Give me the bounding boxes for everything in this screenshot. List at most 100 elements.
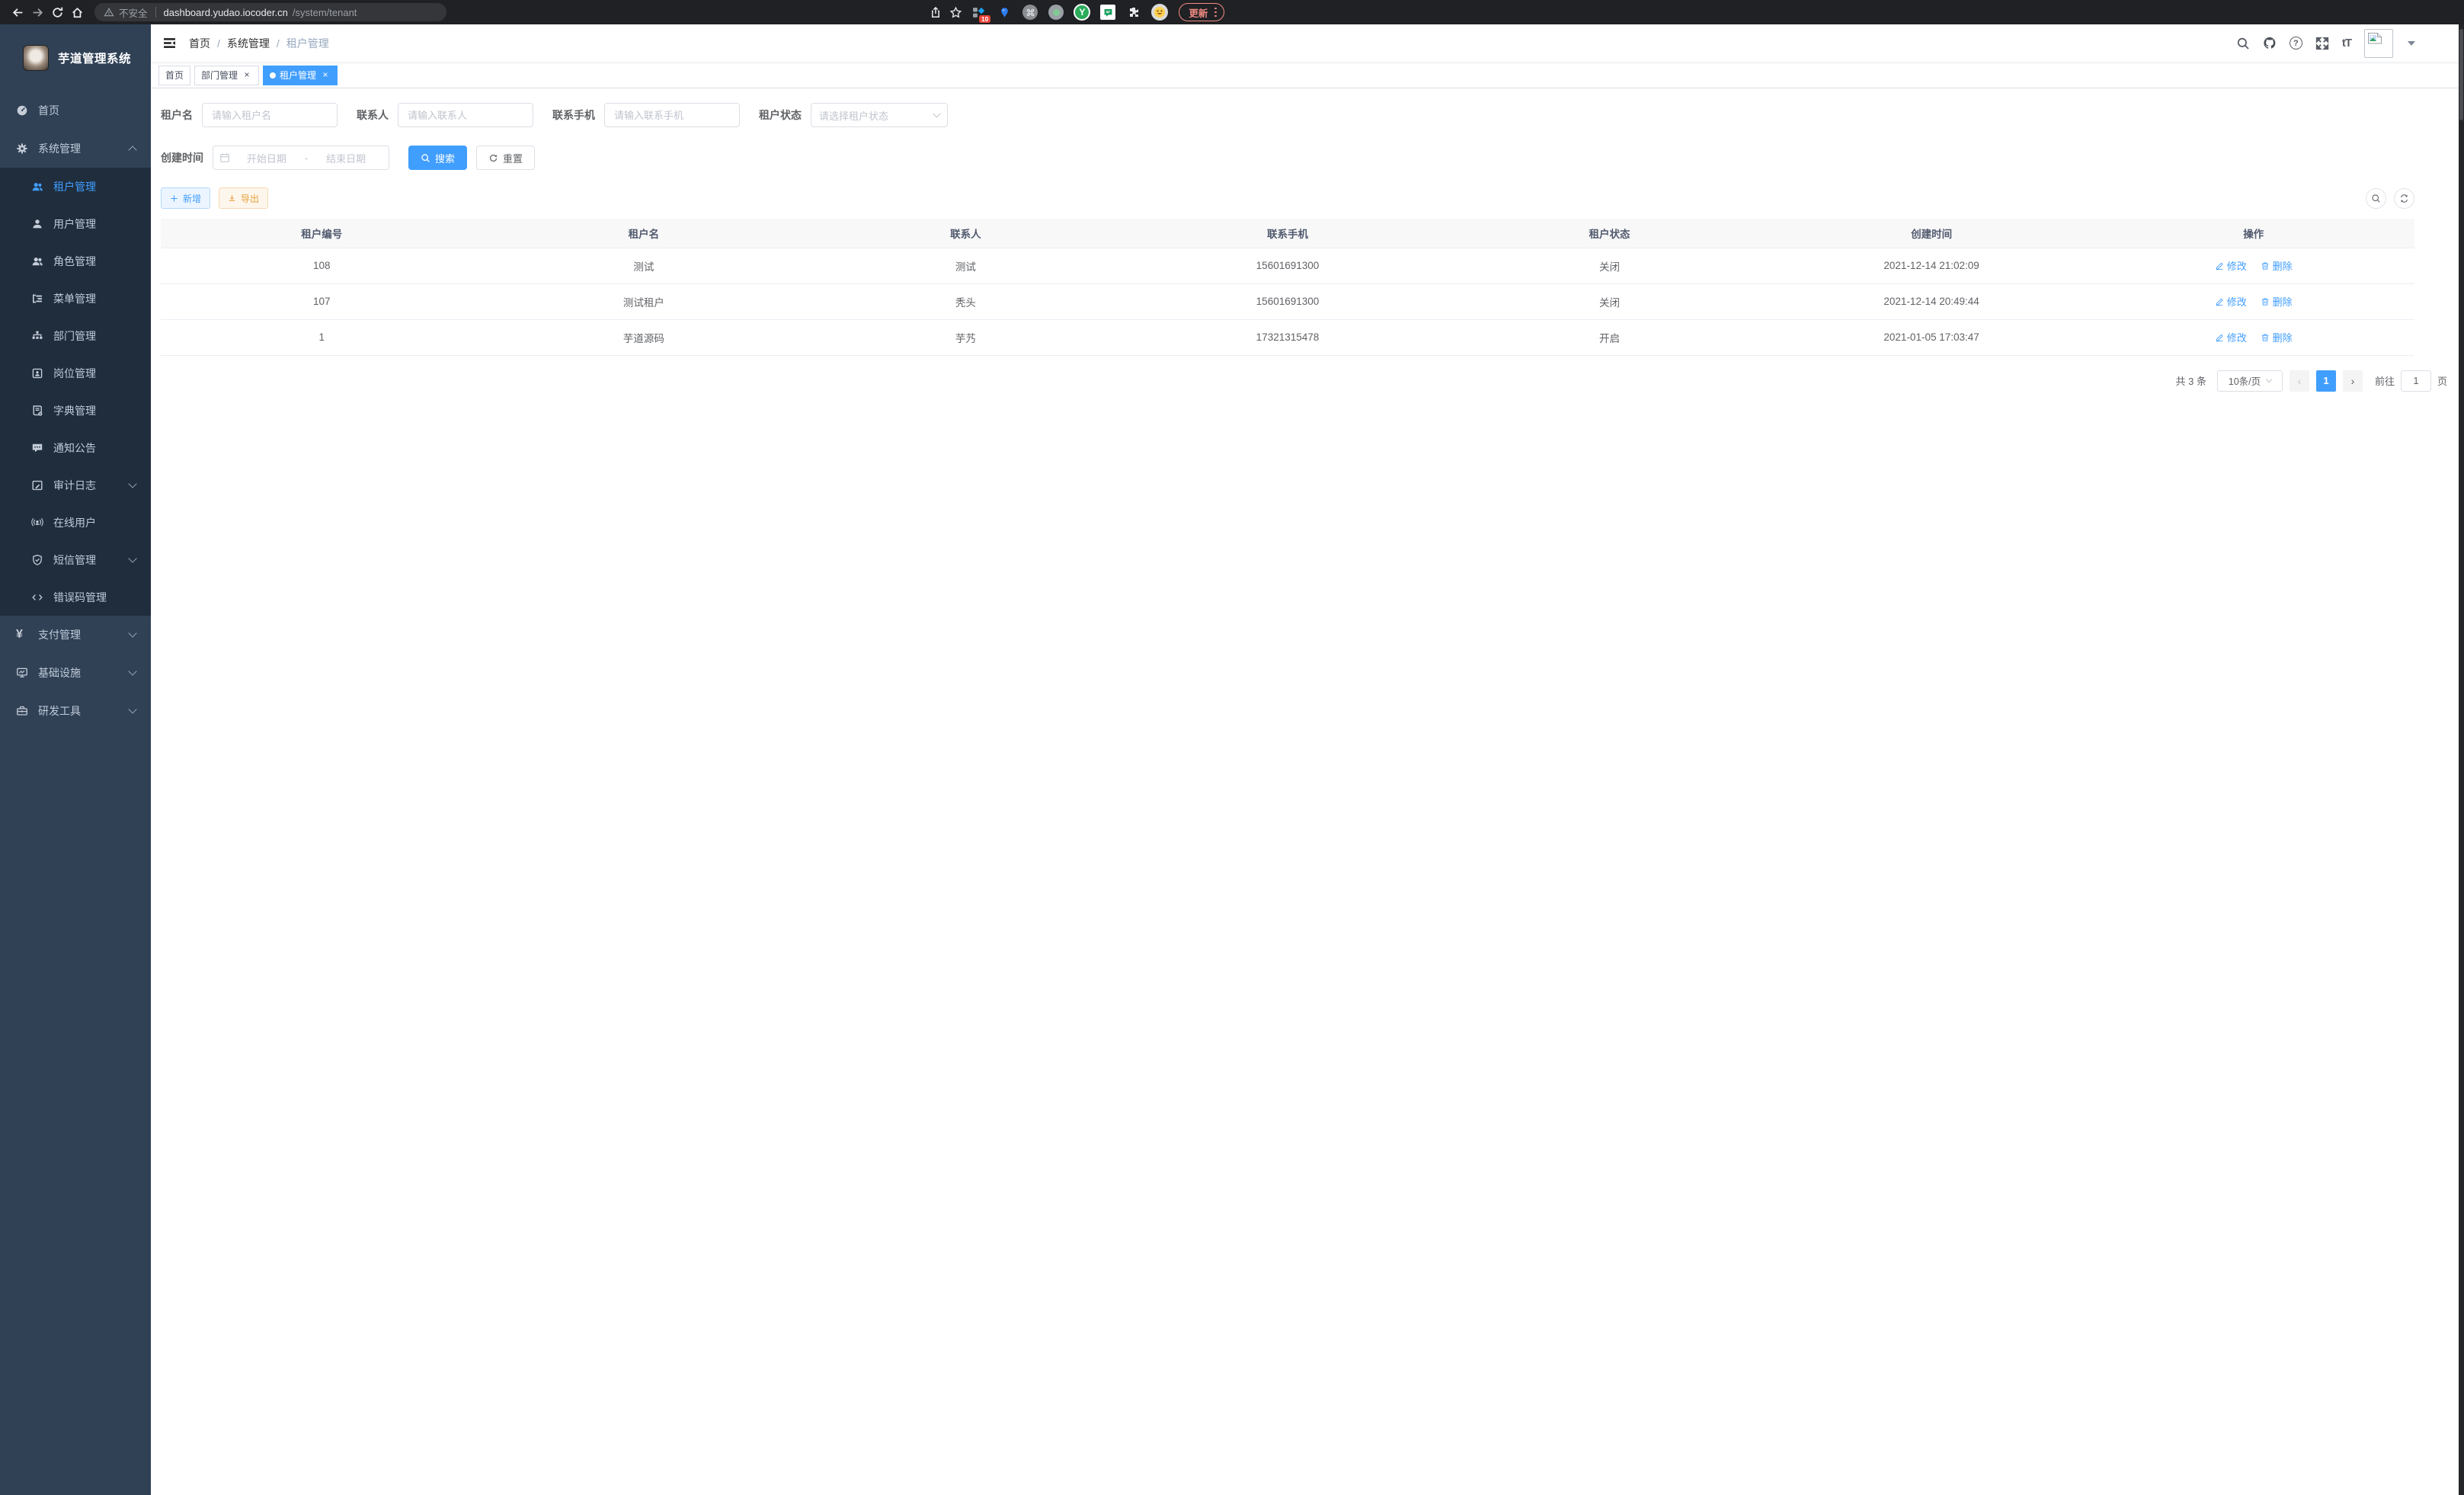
sidebar-item-sms[interactable]: 短信管理 <box>0 541 151 578</box>
update-label: 更新 <box>1189 5 1208 20</box>
close-icon[interactable]: × <box>242 70 252 81</box>
delete-button[interactable]: 删除 <box>2261 258 2293 273</box>
refresh-table-button[interactable] <box>2394 188 2414 209</box>
goto-page-input[interactable] <box>2401 370 2431 392</box>
tenant-name-input[interactable] <box>202 103 338 127</box>
status-select[interactable]: 请选择租户状态 <box>811 103 948 127</box>
profile-avatar-icon[interactable] <box>1150 3 1169 21</box>
bookmark-star-icon[interactable] <box>946 2 965 22</box>
sidebar-item-notice[interactable]: 通知公告 <box>0 429 151 466</box>
browser-home-button[interactable] <box>67 2 87 22</box>
end-date-placeholder[interactable]: 结束日期 <box>309 151 382 165</box>
close-icon[interactable]: × <box>320 70 331 81</box>
tab-tenant[interactable]: 租户管理× <box>263 66 338 85</box>
extension-tampermonkey-icon[interactable]: 10 <box>969 3 987 21</box>
tab-home[interactable]: 首页 <box>158 66 190 85</box>
filter-label: 联系手机 <box>552 107 595 123</box>
edit-button[interactable]: 修改 <box>2215 330 2247 344</box>
show-search-toggle-button[interactable] <box>2366 188 2386 209</box>
chevron-down-icon <box>2266 376 2272 383</box>
sidebar-item-dept[interactable]: 部门管理 <box>0 317 151 354</box>
prev-page-button[interactable]: ‹ <box>2290 370 2309 392</box>
phone-input[interactable] <box>604 103 740 127</box>
fullscreen-icon[interactable] <box>2315 37 2329 50</box>
org-chart-icon <box>31 330 43 342</box>
extension-command-icon[interactable] <box>1021 3 1039 21</box>
app-logo-row[interactable]: 芋道管理系统 <box>0 24 151 91</box>
edit-button[interactable]: 修改 <box>2215 294 2247 309</box>
infrastructure-icon <box>16 667 28 679</box>
table-header-row: 租户编号 租户名 联系人 联系手机 租户状态 创建时间 操作 <box>161 219 2414 248</box>
chevron-down-icon <box>933 110 941 118</box>
next-page-button[interactable]: › <box>2343 370 2363 392</box>
font-size-icon[interactable]: tT <box>2342 37 2351 50</box>
tab-dept[interactable]: 部门管理× <box>194 66 259 85</box>
edit-button[interactable]: 修改 <box>2215 258 2247 273</box>
sidebar-item-dev-tools[interactable]: 研发工具 <box>0 692 151 730</box>
table-toolbar: 新增 导出 <box>161 187 2452 209</box>
not-secure-warning-icon[interactable] <box>104 7 114 18</box>
col-actions: 操作 <box>2092 219 2414 248</box>
chevron-down-icon <box>128 554 136 562</box>
calendar-icon <box>219 152 230 163</box>
breadcrumb-system[interactable]: 系统管理 <box>227 36 270 51</box>
col-contact: 联系人 <box>805 219 1127 248</box>
sidebar-item-user[interactable]: 用户管理 <box>0 205 151 242</box>
filter-row-2: 创建时间 开始日期 - 结束日期 搜索 重置 <box>161 146 2452 170</box>
date-range-picker[interactable]: 开始日期 - 结束日期 <box>213 146 389 170</box>
sidebar-item-error-code[interactable]: 错误码管理 <box>0 578 151 616</box>
avatar-dropdown-caret-icon[interactable] <box>2408 41 2415 46</box>
browser-forward-button[interactable] <box>27 2 47 22</box>
sidebar-item-role[interactable]: 角色管理 <box>0 242 151 280</box>
sidebar-collapse-icon[interactable] <box>151 37 183 50</box>
page-scrollbar[interactable] <box>2459 24 2464 1495</box>
help-icon[interactable]: ? <box>2290 37 2302 50</box>
filter-contact: 联系人 <box>357 103 533 127</box>
chevron-down-icon <box>128 667 136 675</box>
sidebar-item-dict[interactable]: 字典管理 <box>0 392 151 429</box>
sidebar-item-tenant[interactable]: 租户管理 <box>0 168 151 205</box>
sidebar-item-infrastructure[interactable]: 基础设施 <box>0 654 151 692</box>
user-avatar[interactable] <box>2364 29 2393 58</box>
start-date-placeholder[interactable]: 开始日期 <box>230 151 303 165</box>
browser-back-button[interactable] <box>8 2 27 22</box>
search-button[interactable]: 搜索 <box>408 146 467 170</box>
address-bar[interactable]: 不安全 dashboard.yudao.iocoder.cn/system/te… <box>94 3 446 21</box>
col-status: 租户状态 <box>1448 219 1771 248</box>
delete-button[interactable]: 删除 <box>2261 330 2293 344</box>
extensions-puzzle-icon[interactable] <box>1125 3 1143 21</box>
menu-tree-icon <box>31 293 43 305</box>
extension-pin-icon[interactable] <box>995 3 1013 21</box>
scrollbar-thumb[interactable] <box>2459 29 2463 120</box>
github-icon[interactable] <box>2263 37 2277 50</box>
filter-create-time: 创建时间 开始日期 - 结束日期 <box>161 146 389 170</box>
sidebar-item-system[interactable]: 系统管理 <box>0 130 151 168</box>
security-label[interactable]: 不安全 <box>119 5 148 20</box>
export-button[interactable]: 导出 <box>219 187 268 209</box>
sidebar-item-payment[interactable]: ¥ 支付管理 <box>0 616 151 654</box>
add-button[interactable]: 新增 <box>161 187 210 209</box>
delete-button[interactable]: 删除 <box>2261 294 2293 309</box>
sidebar-item-audit-log[interactable]: 审计日志 <box>0 466 151 504</box>
contact-input[interactable] <box>398 103 533 127</box>
header-search-icon[interactable] <box>2236 37 2250 50</box>
sidebar-item-online-user[interactable]: 在线用户 <box>0 504 151 541</box>
chrome-update-menu-button[interactable]: 更新 <box>1179 3 1224 21</box>
sidebar-item-menu[interactable]: 菜单管理 <box>0 280 151 317</box>
breadcrumb-home[interactable]: 首页 <box>189 36 210 51</box>
extension-chat-icon[interactable] <box>1099 3 1117 21</box>
sidebar-item-post[interactable]: 岗位管理 <box>0 354 151 392</box>
sidebar-item-label: 岗位管理 <box>53 366 96 381</box>
users-icon <box>31 181 43 193</box>
chevron-up-icon <box>128 146 136 154</box>
browser-reload-button[interactable] <box>47 2 67 22</box>
reset-button[interactable]: 重置 <box>476 146 535 170</box>
share-icon[interactable] <box>926 2 946 22</box>
extension-y-icon[interactable]: Y <box>1073 3 1091 21</box>
page-size-select[interactable]: 10条/页 <box>2217 370 2283 392</box>
extension-recorder-icon[interactable] <box>1047 3 1065 21</box>
sidebar-item-home[interactable]: 首页 <box>0 91 151 130</box>
page-number-1[interactable]: 1 <box>2316 370 2336 392</box>
url-host: dashboard.yudao.iocoder.cn <box>164 7 288 18</box>
pagination: 共 3 条 10条/页 ‹ 1 › 前往 页 <box>161 370 2447 392</box>
